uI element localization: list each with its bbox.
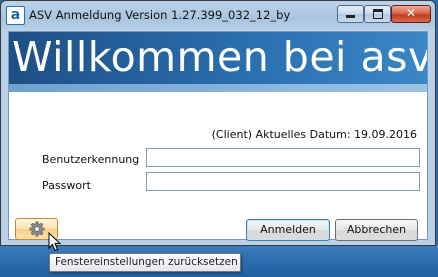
title-bar[interactable]: a ASV Anmeldung Version 1.27.399_032_12_… [1,1,435,31]
password-label: Passwort [42,179,91,192]
password-input[interactable] [146,172,420,191]
banner-title: Willkommen bei asv [12,33,427,81]
gear-icon [29,221,44,237]
asv-app-icon: a [6,6,25,25]
current-date-text: (Client) Aktuelles Datum: 19.09.2016 [211,128,417,141]
login-window: a ASV Anmeldung Version 1.27.399_032_12_… [0,0,436,246]
window-title: ASV Anmeldung Version 1.27.399_032_12_by [29,8,291,22]
maximize-button[interactable] [364,5,391,23]
mouse-cursor-icon [48,232,62,252]
cancel-button[interactable]: Abbrechen [335,219,418,241]
minimize-icon [346,15,355,18]
banner-stripe [9,84,427,92]
maximize-icon [372,9,383,19]
close-icon: ✕ [405,6,417,20]
close-button[interactable]: ✕ [391,5,431,23]
minimize-button[interactable] [337,5,364,23]
tooltip: Fenstereinstellungen zurücksetzen [49,253,241,272]
username-input[interactable] [146,148,420,167]
username-label: Benutzerkennung [42,153,140,166]
login-button[interactable]: Anmelden [246,219,330,241]
dialog-content: Willkommen bei asv (Client) Aktuelles Da… [8,31,428,241]
welcome-banner: Willkommen bei asv [9,32,427,92]
